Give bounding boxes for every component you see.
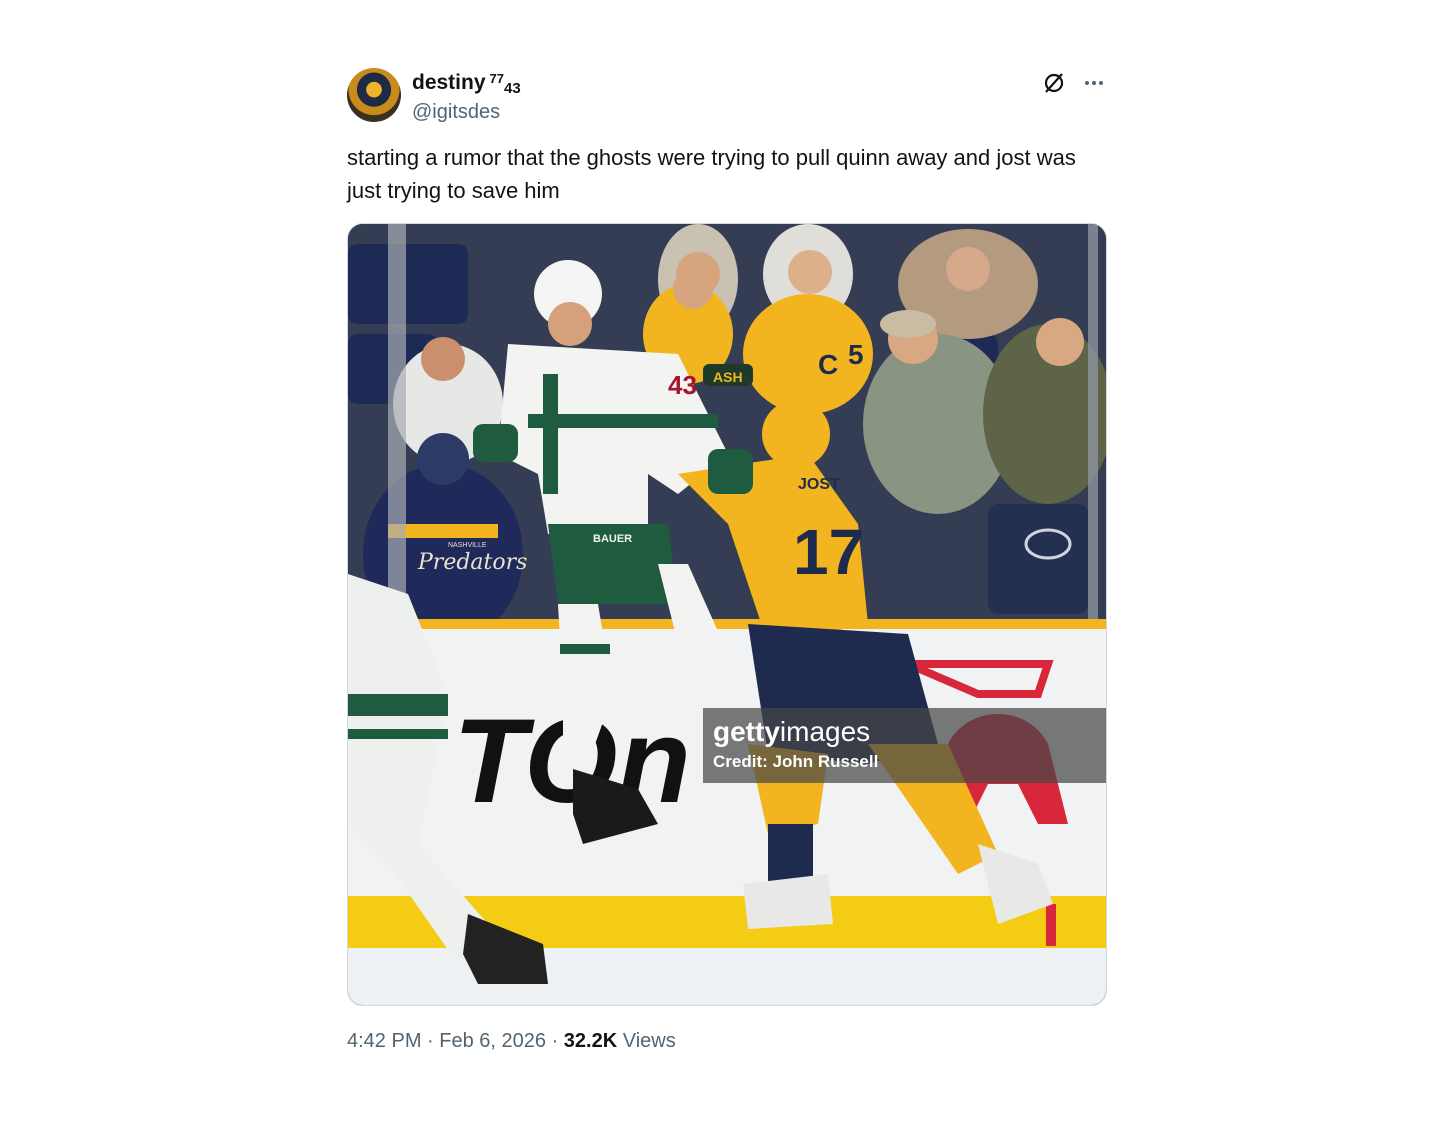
player-43-number: 43 (668, 370, 697, 400)
tweet-time[interactable]: 4:42 PM (347, 1030, 421, 1052)
watermark-logo: gettyimages (713, 716, 870, 748)
fan-hat-text: ASH (713, 369, 743, 385)
meta-separator: · (421, 1030, 440, 1052)
fan-jersey-number: 5 (848, 339, 864, 370)
display-name-text: destiny (412, 71, 486, 94)
views-label: Views (617, 1030, 676, 1052)
meta-separator: · (546, 1030, 564, 1052)
player-17-number: 17 (793, 516, 864, 588)
display-name[interactable]: destiny 77 43 (412, 70, 521, 98)
tweet-date[interactable]: Feb 6, 2026 (439, 1030, 546, 1052)
display-name-subscript: 43 (504, 80, 521, 97)
tweet-text: starting a rumor that the ghosts were tr… (347, 145, 1076, 203)
hockey-photo: C 5 Predators NASHVILLE ASH 43 17 JOST B… (348, 224, 1106, 1005)
tweet-meta: 4:42 PM · Feb 6, 2026 · 32.2K Views (347, 1028, 1107, 1054)
views-count: 32.2K (563, 1030, 618, 1052)
header-actions (1041, 70, 1107, 96)
tweet-card: destiny 7743 @igitsdes starting a rumor (347, 68, 1107, 1054)
glove-brand-text: BAUER (593, 533, 632, 545)
more-options-icon[interactable] (1081, 70, 1107, 96)
user-handle[interactable]: @igitsdes (412, 99, 521, 125)
avatar[interactable] (347, 68, 401, 122)
display-name-superscript: 77 (489, 71, 504, 86)
tweet-media-photo[interactable]: C 5 Predators NASHVILLE ASH 43 17 JOST B… (347, 223, 1107, 1006)
fan-shirt-top-text: NASHVILLE (448, 542, 487, 549)
grok-icon[interactable] (1041, 70, 1067, 96)
watermark-brand-bold: getty (713, 716, 780, 747)
watermark-credit: Credit: John Russell (713, 752, 879, 771)
fan-shirt-text: Predators (417, 550, 527, 575)
watermark-brand-light: images (779, 716, 871, 747)
user-names: destiny 77 43 @igitsdes (412, 70, 521, 125)
fan-jersey-letter: C (818, 349, 838, 380)
player-17-name: JOST (798, 476, 840, 493)
tweet-header: destiny 77 43 @igitsdes (347, 68, 1107, 128)
